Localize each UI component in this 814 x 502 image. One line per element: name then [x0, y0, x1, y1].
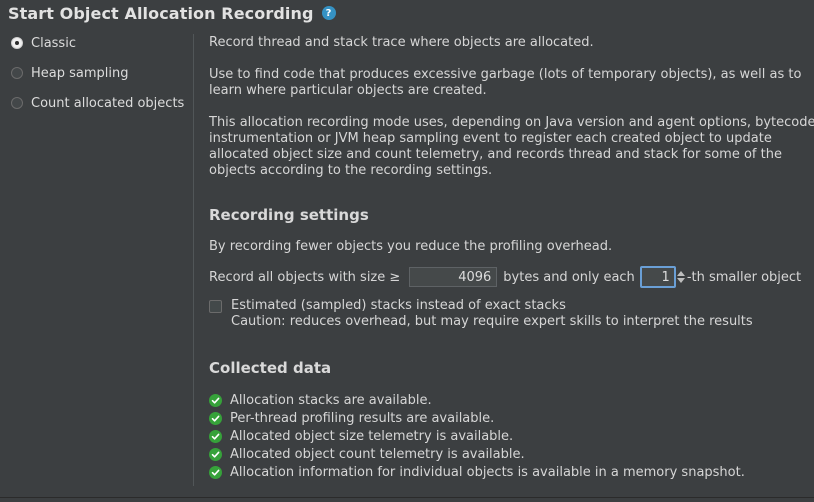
each-nth-spinner-input[interactable]: 1: [639, 266, 676, 288]
list-item: Allocation information for individual ob…: [209, 463, 745, 481]
allocation-recording-panel: Start Object Allocation Recording ? Clas…: [0, 0, 814, 502]
estimated-stacks-checkbox[interactable]: [209, 300, 222, 313]
radio-button[interactable]: [11, 97, 23, 109]
green-check-icon: [209, 411, 222, 425]
mode-label: Classic: [31, 35, 76, 51]
recording-settings-hint: By recording fewer objects you reduce th…: [209, 239, 613, 254]
green-check-icon: [209, 465, 222, 479]
mode-radio-heap-sampling[interactable]: Heap sampling: [11, 63, 129, 83]
usage-description-line: learn where particular objects are creat…: [209, 83, 487, 98]
each-suffix-label: -th smaller object: [686, 269, 802, 285]
radio-button-selected[interactable]: [11, 37, 23, 49]
list-item: Allocated object count telemetry is avai…: [209, 445, 745, 463]
size-prefix-label: Record all objects with size ≥: [209, 269, 401, 285]
mode-description: Record thread and stack trace where obje…: [209, 35, 594, 50]
collected-data-heading: Collected data: [209, 359, 332, 377]
mode-radio-count-allocated[interactable]: Count allocated objects: [11, 93, 184, 113]
mechanism-description-line: objects according to the recording setti…: [209, 163, 493, 178]
help-icon[interactable]: ?: [321, 6, 336, 20]
mode-radio-classic[interactable]: Classic: [11, 33, 76, 53]
usage-description-line: Use to find code that produces excessive…: [209, 67, 802, 82]
estimated-stacks-label: Estimated (sampled) stacks instead of ex…: [231, 298, 566, 313]
estimated-stacks-caution: Caution: reduces overhead, but may requi…: [231, 314, 753, 329]
green-check-icon: [209, 393, 222, 407]
recording-settings-heading: Recording settings: [209, 206, 369, 224]
collected-item-text: Allocation information for individual ob…: [230, 464, 745, 480]
list-item: Per-thread profiling results are availab…: [209, 409, 745, 427]
collected-item-text: Allocation stacks are available.: [230, 392, 432, 408]
radio-button[interactable]: [11, 67, 23, 79]
vertical-divider: [193, 34, 194, 486]
mechanism-description-line: allocated object size and count telemetr…: [209, 147, 782, 162]
collected-item-text: Allocated object count telemetry is avai…: [230, 446, 525, 462]
green-check-icon: [209, 429, 222, 443]
green-check-icon: [209, 447, 222, 461]
bottom-divider: [0, 497, 814, 498]
panel-title: Start Object Allocation Recording: [8, 3, 314, 23]
mode-label: Count allocated objects: [31, 95, 185, 111]
collected-item-text: Allocated object size telemetry is avail…: [230, 428, 514, 444]
size-suffix-label: bytes and only each: [503, 269, 635, 285]
mechanism-description-line: instrumentation or JVM heap sampling eve…: [209, 131, 772, 146]
spinner-down-icon[interactable]: [676, 278, 685, 283]
estimated-stacks-texts: Estimated (sampled) stacks instead of ex…: [231, 298, 753, 330]
size-threshold-row: Record all objects with size ≥ 4096 byte…: [209, 265, 801, 289]
mechanism-description-line: This allocation recording mode uses, dep…: [209, 115, 814, 130]
panel-header: Start Object Allocation Recording ?: [8, 2, 336, 24]
spinner-up-icon[interactable]: [676, 271, 685, 276]
collected-data-list: Allocation stacks are available. Per-thr…: [209, 391, 745, 481]
size-threshold-input[interactable]: 4096: [409, 267, 498, 287]
spinner-arrows[interactable]: [676, 268, 686, 286]
collected-item-text: Per-thread profiling results are availab…: [230, 410, 495, 426]
estimated-stacks-option[interactable]: Estimated (sampled) stacks instead of ex…: [209, 298, 753, 330]
list-item: Allocated object size telemetry is avail…: [209, 427, 745, 445]
mode-label: Heap sampling: [31, 65, 129, 81]
list-item: Allocation stacks are available.: [209, 391, 745, 409]
